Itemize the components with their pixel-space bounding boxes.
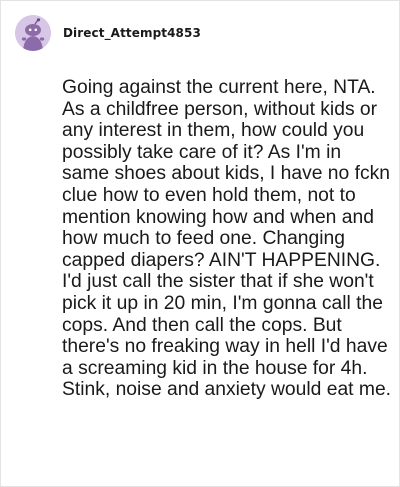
comment-author[interactable]: Direct_Attempt4853 — [63, 26, 201, 40]
comment-header: Direct_Attempt4853 — [15, 15, 201, 51]
comment-body: Going against the current here, NTA. As … — [62, 77, 392, 401]
comment-card: Direct_Attempt4853 Going against the cur… — [0, 0, 400, 487]
avatar-graphic — [15, 15, 51, 51]
snoo-avatar-icon[interactable] — [15, 15, 51, 51]
